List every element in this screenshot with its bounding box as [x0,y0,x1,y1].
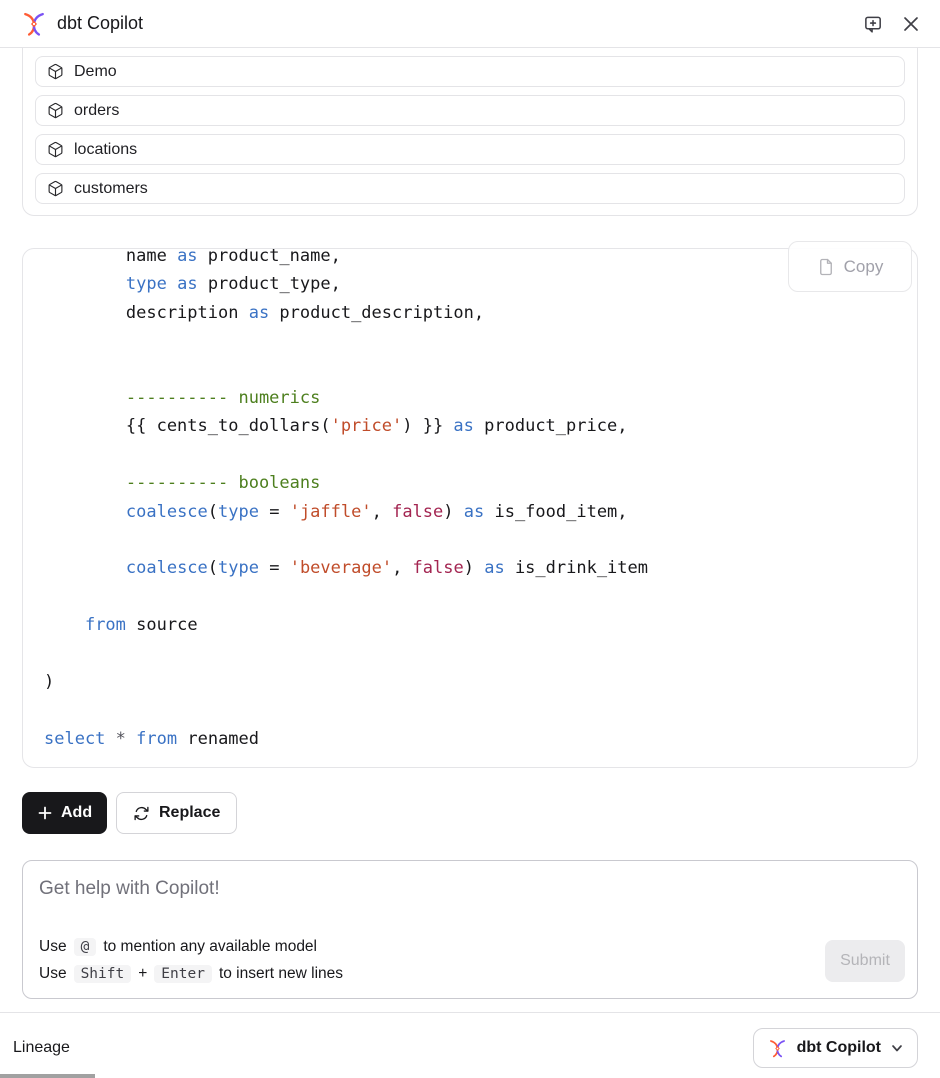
model-chip[interactable]: customers [35,173,905,204]
copilot-selector[interactable]: dbt Copilot [753,1028,918,1068]
cube-icon [47,180,64,197]
composer-hints: Use @ to mention any available model Use… [39,933,343,987]
model-chip[interactable]: Demo [35,56,905,87]
plus-icon [37,805,53,821]
tab-indicator [0,1074,95,1078]
cube-icon [47,141,64,158]
code-block: name as product_name, type as product_ty… [22,248,918,768]
kbd-shift: Shift [74,965,132,983]
panel-header: dbt Copilot [0,0,940,48]
replace-button[interactable]: Replace [116,792,237,834]
close-icon [902,15,920,33]
insert-icon [863,14,884,35]
model-chip-label: orders [74,102,119,120]
model-chip[interactable]: locations [35,134,905,165]
close-button[interactable] [898,11,924,37]
model-chip-label: customers [74,180,148,198]
dbt-copilot-logo-icon [20,10,48,38]
copy-button-label: Copy [844,257,884,277]
footer-divider [0,1012,940,1013]
add-to-editor-button[interactable] [860,11,886,37]
model-chip[interactable]: orders [35,95,905,126]
kbd-at: @ [74,938,97,956]
kbd-enter: Enter [154,965,212,983]
model-chip-label: locations [74,141,137,159]
panel-title: dbt Copilot [57,13,143,34]
code-content: name as product_name, type as product_ty… [23,248,917,753]
copy-icon [817,258,835,276]
tab-lineage[interactable]: Lineage [13,1034,70,1062]
prompt-placeholder: Get help with Copilot! [39,878,220,900]
add-button-label: Add [61,804,92,822]
cube-icon [47,102,64,119]
replace-button-label: Replace [159,804,220,822]
hint-newline: Use Shift + Enter to insert new lines [39,960,343,987]
chevron-down-icon [890,1041,904,1055]
submit-button[interactable]: Submit [825,940,905,982]
dbt-copilot-logo-icon [767,1038,788,1059]
prompt-input[interactable]: Get help with Copilot! Use @ to mention … [22,860,918,999]
refresh-icon [133,805,150,822]
hint-mention: Use @ to mention any available model [39,933,343,960]
cube-icon [47,63,64,80]
copy-button[interactable]: Copy [788,241,912,292]
copilot-selector-label: dbt Copilot [797,1039,881,1057]
add-button[interactable]: Add [22,792,107,834]
model-chip-list: Demo orders locations customers [22,48,918,216]
model-chip-label: Demo [74,63,117,81]
